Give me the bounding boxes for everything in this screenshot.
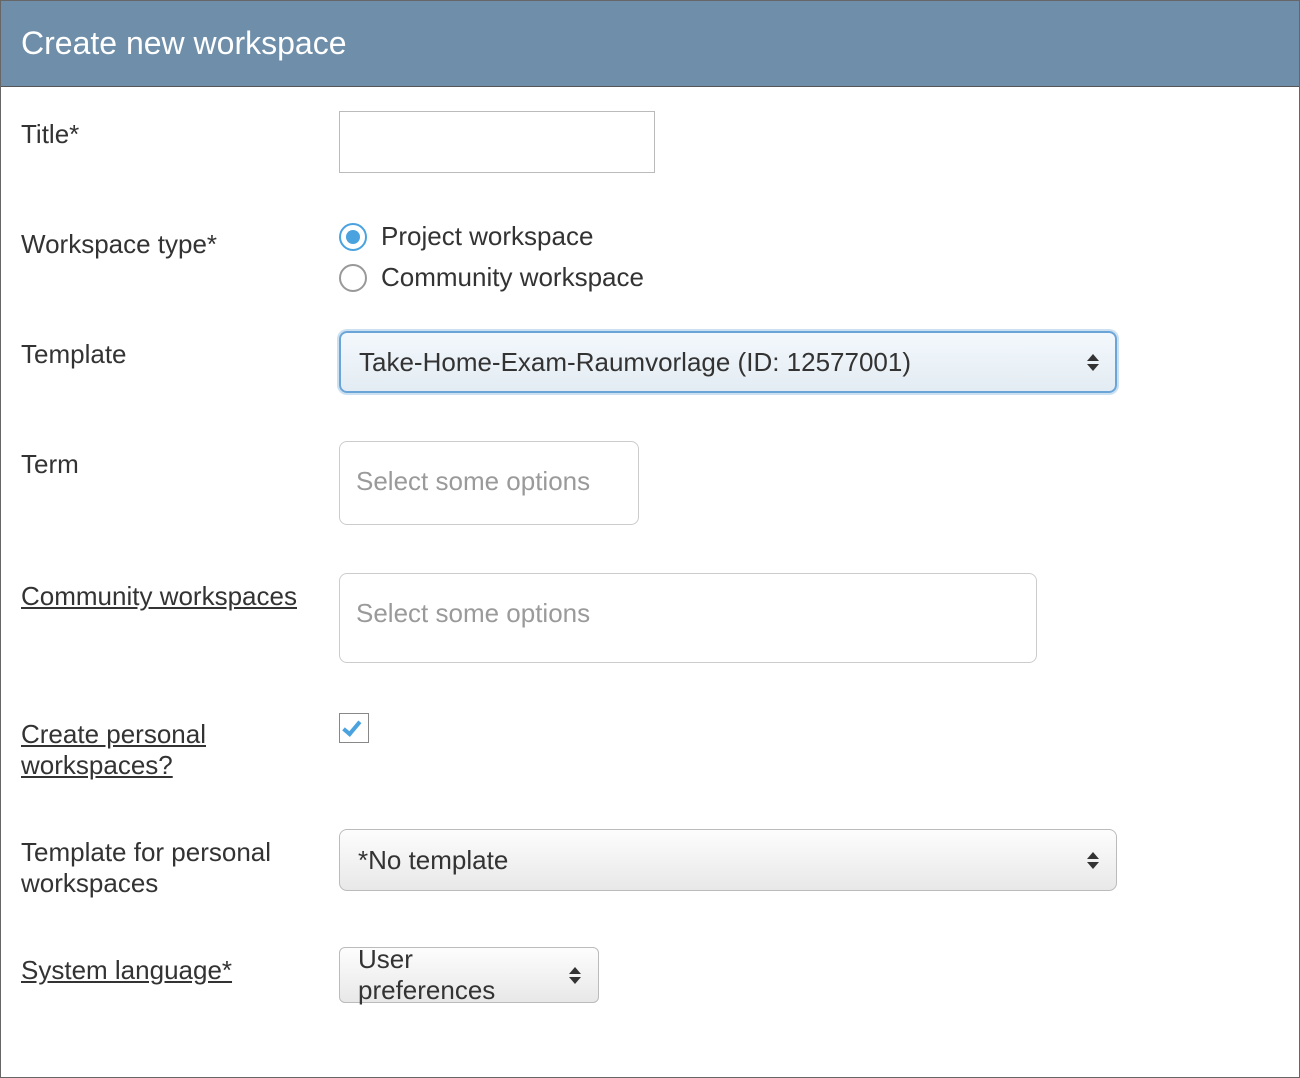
- caret-up-icon: [569, 967, 581, 974]
- personal-workspaces-control: [339, 711, 1279, 745]
- personal-template-value: *No template: [358, 845, 508, 876]
- updown-icon: [1087, 849, 1101, 871]
- personal-template-label: Template for personal workspaces: [21, 829, 339, 899]
- row-personal-template: Template for personal workspaces *No tem…: [21, 829, 1279, 899]
- personal-template-control: *No template: [339, 829, 1279, 891]
- updown-icon: [569, 964, 583, 986]
- term-placeholder: Select some options: [356, 466, 590, 496]
- title-input[interactable]: [339, 111, 655, 173]
- template-label: Template: [21, 331, 339, 370]
- template-select-wrap: Take-Home-Exam-Raumvorlage (ID: 12577001…: [339, 331, 1117, 393]
- system-language-label[interactable]: System language*: [21, 947, 339, 986]
- community-workspaces-control: Select some options: [339, 573, 1279, 663]
- community-workspaces-label[interactable]: Community workspaces: [21, 573, 339, 612]
- workspace-type-label: Workspace type*: [21, 221, 339, 260]
- system-language-select[interactable]: User preferences: [339, 947, 599, 1003]
- term-control: Select some options: [339, 441, 1279, 525]
- caret-up-icon: [1087, 852, 1099, 859]
- row-title: Title*: [21, 111, 1279, 173]
- panel-title-text: Create new workspace: [21, 25, 346, 61]
- caret-down-icon: [1087, 862, 1099, 869]
- personal-workspaces-label[interactable]: Create personal workspaces?: [21, 711, 339, 781]
- term-label: Term: [21, 441, 339, 480]
- system-language-select-wrap: User preferences: [339, 947, 599, 1003]
- radio-project-label: Project workspace: [381, 221, 593, 252]
- title-control: [339, 111, 1279, 173]
- radio-community-row: Community workspace: [339, 262, 1279, 293]
- row-personal-workspaces: Create personal workspaces?: [21, 711, 1279, 781]
- row-community-workspaces: Community workspaces Select some options: [21, 573, 1279, 663]
- personal-workspaces-checkbox[interactable]: [339, 713, 369, 743]
- radio-project[interactable]: [339, 223, 367, 251]
- community-workspaces-placeholder: Select some options: [356, 598, 590, 628]
- template-select-value: Take-Home-Exam-Raumvorlage (ID: 12577001…: [359, 347, 911, 378]
- personal-template-select-wrap: *No template: [339, 829, 1117, 891]
- caret-down-icon: [1087, 364, 1099, 371]
- template-select[interactable]: Take-Home-Exam-Raumvorlage (ID: 12577001…: [339, 331, 1117, 393]
- panel-body: Title* Workspace type* Project workspace: [1, 87, 1299, 1027]
- title-label: Title*: [21, 111, 339, 150]
- row-term: Term Select some options: [21, 441, 1279, 525]
- template-control: Take-Home-Exam-Raumvorlage (ID: 12577001…: [339, 331, 1279, 393]
- row-system-language: System language* User preferences: [21, 947, 1279, 1003]
- row-template: Template Take-Home-Exam-Raumvorlage (ID:…: [21, 331, 1279, 393]
- caret-up-icon: [1087, 354, 1099, 361]
- updown-icon: [1087, 351, 1101, 373]
- system-language-value: User preferences: [358, 944, 552, 1006]
- radio-project-row: Project workspace: [339, 221, 1279, 252]
- radio-community[interactable]: [339, 264, 367, 292]
- row-workspace-type: Workspace type* Project workspace Commun…: [21, 221, 1279, 303]
- radio-community-label: Community workspace: [381, 262, 644, 293]
- caret-down-icon: [569, 977, 581, 984]
- community-workspaces-multiselect[interactable]: Select some options: [339, 573, 1037, 663]
- check-icon: [344, 718, 364, 738]
- workspace-type-control: Project workspace Community workspace: [339, 221, 1279, 303]
- term-multiselect[interactable]: Select some options: [339, 441, 639, 525]
- personal-template-select[interactable]: *No template: [339, 829, 1117, 891]
- radio-dot-icon: [346, 230, 360, 244]
- system-language-control: User preferences: [339, 947, 1279, 1003]
- create-workspace-panel: Create new workspace Title* Workspace ty…: [0, 0, 1300, 1078]
- panel-title: Create new workspace: [1, 1, 1299, 87]
